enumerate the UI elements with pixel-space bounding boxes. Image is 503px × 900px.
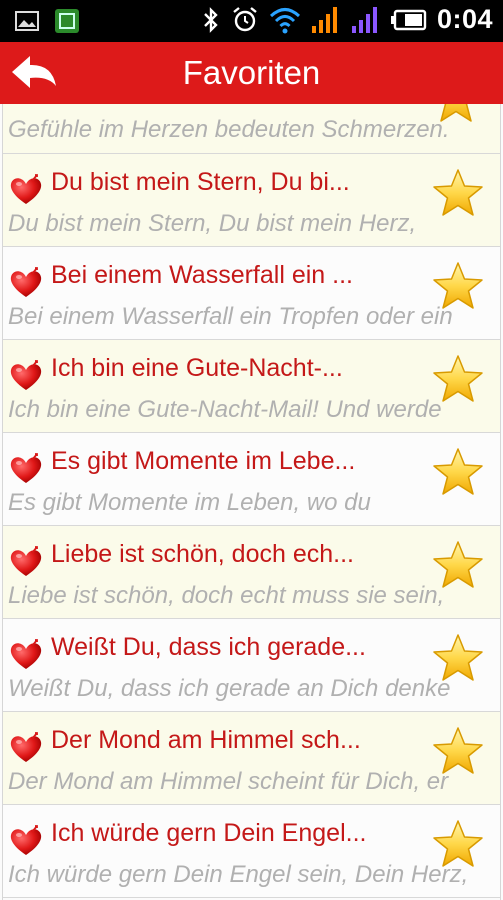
list-item-preview: Du bist mein Stern, Du bist mein Herz, [8, 210, 417, 237]
list-item-preview: Bei einem Wasserfall ein Tropfen oder ei… [8, 303, 453, 330]
heart-icon [8, 451, 44, 487]
heart-icon [8, 544, 44, 580]
alarm-icon [233, 6, 257, 31]
signal-icon [311, 6, 337, 33]
list-item[interactable]: Bei einem Wasserfall ein ... Bei einem Wa… [3, 247, 500, 340]
list-item-title: Bei einem Wasserfall ein ... [51, 261, 353, 289]
star-icon[interactable] [432, 447, 484, 497]
list-item-preview: Gefühle im Herzen bedeuten Schmerzen. [8, 116, 450, 143]
list-item[interactable]: Es gibt Momente im Lebe... Es gibt Moment… [3, 433, 500, 526]
list-item[interactable]: Ich würde gern Dein Engel... Ich würde ge… [3, 805, 500, 898]
list-item-title: Du bist mein Stern, Du bi... [51, 168, 350, 196]
battery-icon [390, 9, 427, 30]
list-item-title: Ich bin eine Gute-Nacht-... [51, 354, 343, 382]
list-item-title: Ich würde gern Dein Engel... [51, 819, 367, 847]
heart-icon [8, 265, 44, 301]
list-item-preview: Ich würde gern Dein Engel sein, Dein Her… [8, 861, 469, 888]
favorites-list[interactable]: Gefühle im Herzen bedeuten Schmerzen. Du… [2, 104, 501, 900]
heart-icon [8, 637, 44, 673]
list-item[interactable]: Du bist mein Stern, Du bi... Du bist mein… [3, 154, 500, 247]
list-item-partial[interactable]: Gefühle im Herzen bedeuten Schmerzen. [3, 104, 500, 154]
heart-icon [8, 358, 44, 394]
list-item-preview: Ich bin eine Gute-Nacht-Mail! Und werde [8, 396, 442, 423]
list-item-preview: Es gibt Momente im Leben, wo du [8, 489, 371, 516]
status-time: 0:04 [436, 4, 493, 34]
image-icon [15, 11, 39, 31]
app-notification-icon [55, 9, 79, 33]
star-icon[interactable] [432, 168, 484, 218]
heart-icon [8, 730, 44, 766]
list-item[interactable]: Der Mond am Himmel sch... Der Mond am Him… [3, 712, 500, 805]
heart-icon [8, 823, 44, 859]
list-item[interactable]: Liebe ist schön, doch ech... Liebe ist sc… [3, 526, 500, 619]
list-item-title: Es gibt Momente im Lebe... [51, 447, 356, 475]
list-item-preview: Weißt Du, dass ich gerade an Dich denke [8, 675, 451, 702]
list-item[interactable]: Weißt Du, dass ich gerade... Weißt Du, da… [3, 619, 500, 712]
list-item-preview: Liebe ist schön, doch echt muss sie sein… [8, 582, 445, 609]
list-item-title: Liebe ist schön, doch ech... [51, 540, 354, 568]
heart-icon [8, 172, 44, 208]
list-item-title: Weißt Du, dass ich gerade... [51, 633, 366, 661]
page-title: Favoriten [182, 54, 321, 91]
app-bar: Favoriten [0, 42, 503, 104]
status-bar: 0:04 [0, 0, 503, 42]
list-item-preview: Der Mond am Himmel scheint für Dich, er [8, 768, 449, 795]
bluetooth-icon [204, 6, 218, 33]
wifi-icon [269, 7, 300, 33]
list-item[interactable]: Ich bin eine Gute-Nacht-... Ich bin eine … [3, 340, 500, 433]
signal-icon [351, 6, 377, 33]
list-item-title: Der Mond am Himmel sch... [51, 726, 361, 754]
